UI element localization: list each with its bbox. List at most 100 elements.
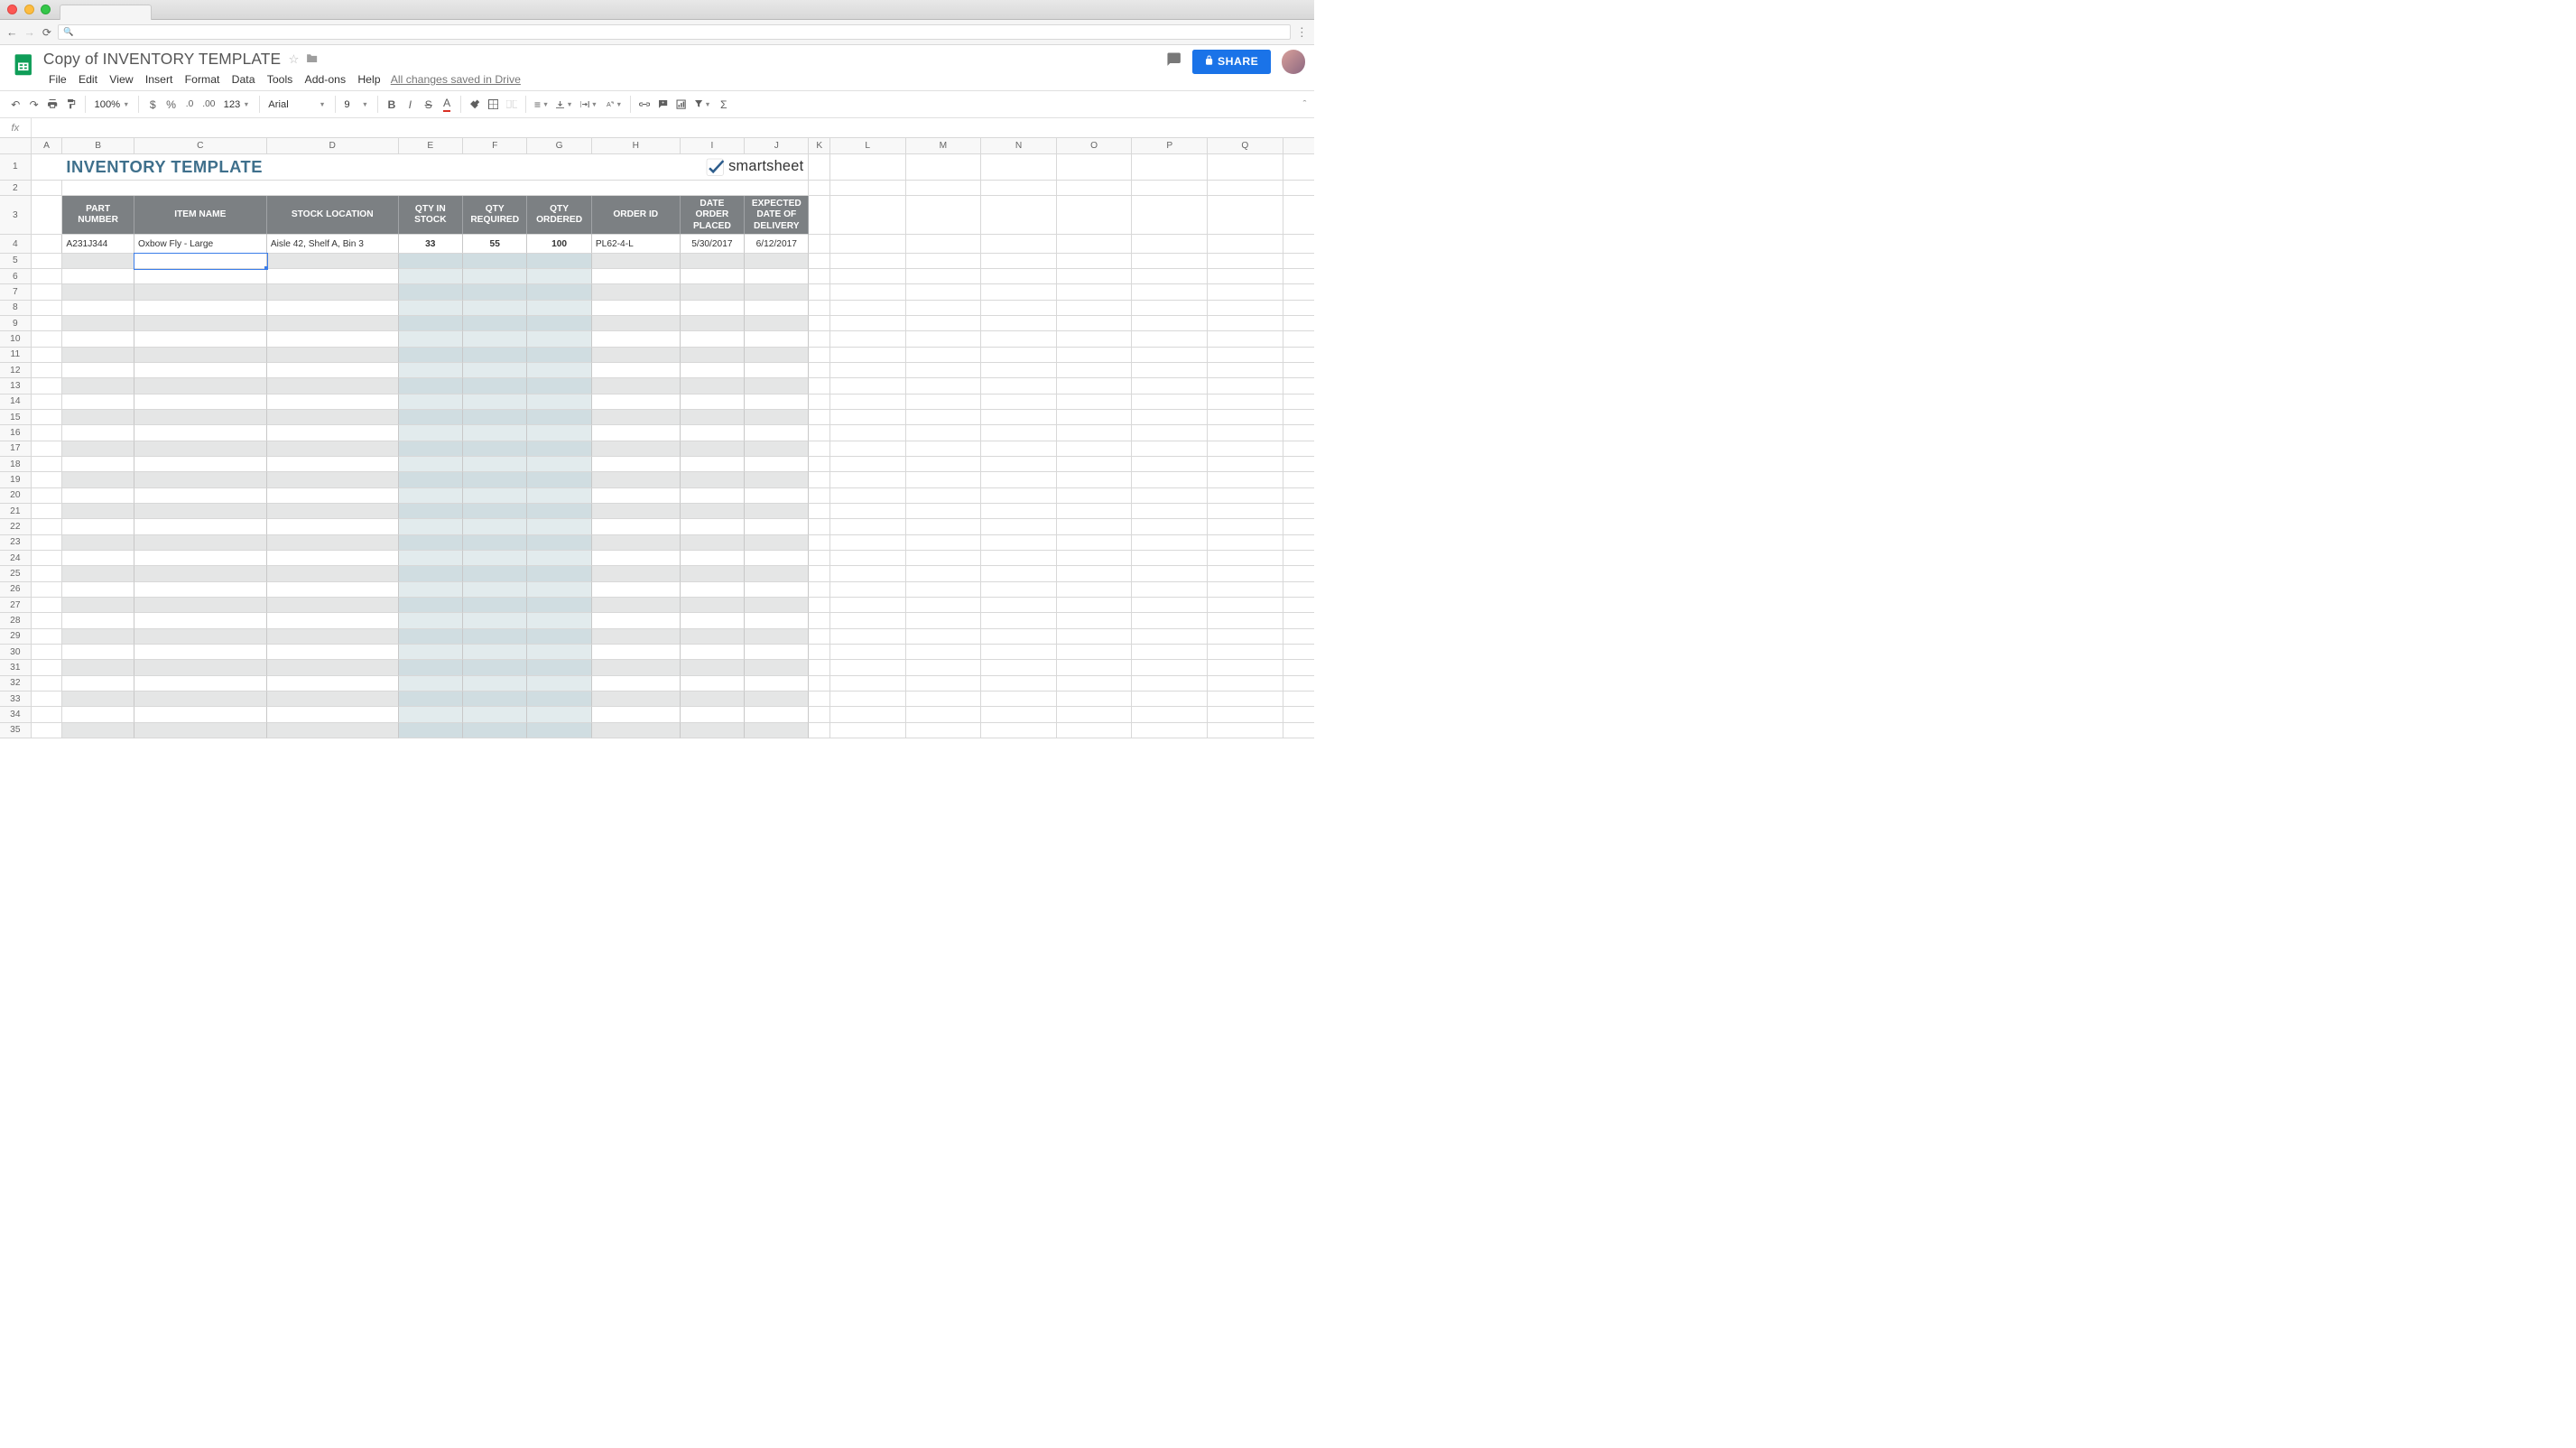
cell[interactable]	[830, 472, 906, 487]
cell[interactable]	[1283, 284, 1314, 300]
cell[interactable]	[1132, 457, 1208, 472]
cell[interactable]	[1132, 363, 1208, 378]
cell[interactable]	[681, 457, 745, 472]
cell[interactable]	[906, 378, 982, 394]
cell[interactable]	[592, 441, 681, 457]
cell[interactable]	[592, 582, 681, 598]
cell[interactable]	[399, 154, 463, 181]
cell[interactable]	[592, 301, 681, 316]
cell[interactable]	[1132, 676, 1208, 692]
cell[interactable]	[830, 235, 906, 253]
cell[interactable]	[463, 723, 527, 738]
cell[interactable]	[745, 598, 809, 613]
column-header-R[interactable]: R	[1283, 138, 1314, 153]
cell[interactable]	[830, 284, 906, 300]
cell[interactable]	[906, 598, 982, 613]
cell[interactable]	[463, 269, 527, 284]
cell[interactable]	[399, 363, 463, 378]
cell[interactable]	[830, 613, 906, 628]
cell[interactable]	[134, 331, 267, 347]
cell[interactable]	[981, 254, 1057, 269]
sheet-title[interactable]: INVENTORY TEMPLATE	[62, 154, 134, 181]
cell[interactable]	[981, 660, 1057, 675]
cell[interactable]	[745, 504, 809, 519]
cell[interactable]	[592, 551, 681, 566]
cell[interactable]	[981, 394, 1057, 410]
cell[interactable]	[1283, 181, 1314, 196]
cell[interactable]	[134, 519, 267, 534]
cell[interactable]	[1208, 645, 1283, 660]
cell[interactable]	[1208, 363, 1283, 378]
cell[interactable]	[1283, 394, 1314, 410]
cell[interactable]	[399, 566, 463, 581]
cell[interactable]	[1208, 254, 1283, 269]
cell[interactable]	[399, 316, 463, 331]
cell[interactable]	[681, 566, 745, 581]
cell[interactable]	[527, 410, 591, 425]
cell[interactable]	[1057, 551, 1133, 566]
cell[interactable]	[681, 551, 745, 566]
cell[interactable]	[981, 566, 1057, 581]
cell[interactable]	[32, 154, 63, 181]
cell[interactable]	[1132, 394, 1208, 410]
undo-button[interactable]: ↶	[7, 95, 23, 113]
cell[interactable]	[32, 566, 63, 581]
cell[interactable]	[1057, 692, 1133, 707]
cell[interactable]	[62, 551, 134, 566]
cell[interactable]	[527, 598, 591, 613]
cell[interactable]	[527, 613, 591, 628]
cell[interactable]	[681, 394, 745, 410]
cell[interactable]	[809, 488, 829, 504]
cell[interactable]	[463, 284, 527, 300]
cell[interactable]	[32, 535, 63, 551]
cell[interactable]	[681, 707, 745, 722]
cell[interactable]	[592, 254, 681, 269]
menu-help[interactable]: Help	[352, 71, 385, 88]
cell[interactable]	[32, 410, 63, 425]
cell[interactable]	[1057, 284, 1133, 300]
cell[interactable]	[906, 551, 982, 566]
cell[interactable]	[592, 692, 681, 707]
cell[interactable]	[1283, 692, 1314, 707]
cell[interactable]	[592, 504, 681, 519]
cell[interactable]	[981, 472, 1057, 487]
cell[interactable]	[32, 645, 63, 660]
cell[interactable]	[1208, 331, 1283, 347]
comments-icon[interactable]	[1166, 51, 1181, 71]
cell[interactable]	[745, 472, 809, 487]
cell[interactable]	[681, 660, 745, 675]
cell[interactable]	[1132, 660, 1208, 675]
cell[interactable]	[981, 457, 1057, 472]
cell[interactable]	[809, 582, 829, 598]
column-header-P[interactable]: P	[1132, 138, 1208, 153]
column-header-M[interactable]: M	[906, 138, 982, 153]
row-header-19[interactable]: 19	[0, 472, 32, 487]
column-header-N[interactable]: N	[981, 138, 1057, 153]
cell[interactable]	[399, 181, 463, 196]
cell[interactable]	[1132, 723, 1208, 738]
cell[interactable]	[62, 629, 134, 645]
cell[interactable]	[463, 472, 527, 487]
cell[interactable]	[809, 504, 829, 519]
merge-cells-button[interactable]	[504, 95, 520, 113]
cell[interactable]	[809, 348, 829, 363]
cell[interactable]	[1283, 723, 1314, 738]
cell[interactable]	[1132, 154, 1208, 181]
cell[interactable]	[1208, 598, 1283, 613]
cell[interactable]	[527, 629, 591, 645]
cell[interactable]	[809, 660, 829, 675]
table-cell[interactable]: 5/30/2017	[681, 235, 745, 253]
cell[interactable]	[830, 441, 906, 457]
vertical-align-button[interactable]: ▼	[553, 95, 575, 113]
cell[interactable]	[267, 269, 399, 284]
cell[interactable]	[1283, 613, 1314, 628]
cell[interactable]	[1132, 301, 1208, 316]
cell[interactable]	[62, 488, 134, 504]
cell[interactable]	[830, 629, 906, 645]
cell[interactable]	[1132, 645, 1208, 660]
close-window-button[interactable]	[7, 5, 17, 14]
cell[interactable]	[32, 363, 63, 378]
cell[interactable]	[1283, 488, 1314, 504]
cell[interactable]	[62, 519, 134, 534]
cell[interactable]	[267, 316, 399, 331]
